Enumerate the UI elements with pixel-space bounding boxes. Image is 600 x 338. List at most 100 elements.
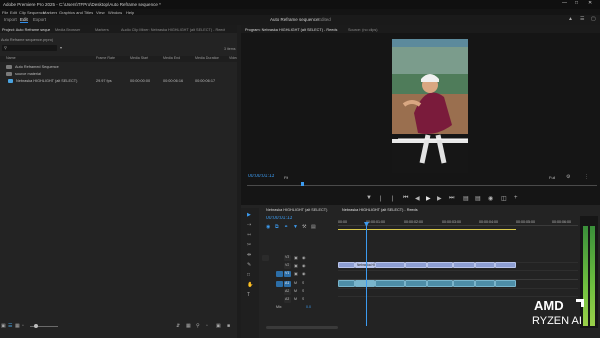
maximize-button[interactable]: □ bbox=[575, 1, 578, 6]
audio-clip[interactable] bbox=[453, 280, 475, 287]
button-editor-icon[interactable]: + bbox=[514, 195, 518, 201]
source-patch-v1[interactable] bbox=[276, 271, 283, 277]
tab-audio-clip-mixer[interactable]: Audio Clip Mixer: Nebraska HIGHLIGHT (al… bbox=[121, 28, 225, 33]
eye-icon[interactable]: ◉ bbox=[302, 271, 306, 277]
zoom-slider-handle[interactable] bbox=[34, 324, 38, 328]
mute-button[interactable]: M bbox=[294, 289, 297, 294]
resolution-icon[interactable]: ⋮ bbox=[584, 174, 589, 180]
close-button[interactable]: ✕ bbox=[588, 1, 592, 6]
video-clip[interactable] bbox=[475, 262, 495, 268]
lift-icon[interactable]: ▤ bbox=[463, 195, 469, 202]
column-frame-rate[interactable]: Frame Rate bbox=[96, 56, 115, 61]
mute-button[interactable]: M bbox=[294, 281, 297, 286]
text-tool-icon[interactable]: T bbox=[247, 292, 250, 298]
timeline-scrollbar[interactable] bbox=[266, 326, 338, 329]
eye-icon[interactable]: ◉ bbox=[302, 263, 306, 269]
video-clip[interactable] bbox=[427, 262, 453, 268]
column-video-in[interactable]: Video In Point bbox=[229, 56, 237, 61]
rectangle-tool-icon[interactable]: □ bbox=[247, 272, 250, 278]
insert-icon[interactable]: ◉ bbox=[266, 224, 270, 230]
step-back-icon[interactable]: ◀ bbox=[415, 195, 420, 202]
icon-view-icon[interactable]: ▦ bbox=[15, 323, 20, 329]
tab-import[interactable]: Import bbox=[4, 17, 17, 22]
lock-track-icon[interactable] bbox=[262, 255, 269, 261]
program-timecode[interactable]: 00:00:01:13 bbox=[248, 174, 274, 179]
sync-lock-icon[interactable]: ▣ bbox=[294, 263, 298, 269]
selection-tool-icon[interactable]: ▶ bbox=[247, 212, 251, 218]
sort-icon[interactable]: ⇵ bbox=[176, 323, 180, 329]
mark-out-icon[interactable]: ❘ bbox=[378, 195, 383, 202]
new-item-icon[interactable]: ▣ bbox=[216, 323, 221, 329]
pen-tool-icon[interactable]: ✎ bbox=[247, 262, 251, 268]
audio-clip[interactable] bbox=[338, 280, 355, 287]
mix-value[interactable]: 0.0 bbox=[306, 305, 311, 310]
video-frame[interactable] bbox=[392, 39, 468, 173]
eye-icon[interactable]: ◉ bbox=[302, 255, 306, 261]
extract-icon[interactable]: ▤ bbox=[475, 195, 481, 202]
work-area-bar[interactable] bbox=[338, 229, 516, 230]
hand-tool-icon[interactable]: ✋ bbox=[247, 282, 253, 288]
audio-clip[interactable] bbox=[495, 280, 516, 287]
audio-clip[interactable] bbox=[475, 280, 495, 287]
audio-clip[interactable] bbox=[405, 280, 427, 287]
video-clip[interactable] bbox=[375, 262, 405, 268]
track-select-icon[interactable]: ⇢ bbox=[247, 222, 251, 228]
source-patch-a1[interactable] bbox=[276, 281, 283, 287]
export-frame-icon[interactable]: ◉ bbox=[488, 195, 493, 202]
go-to-out-icon[interactable]: ⏭ bbox=[449, 195, 454, 202]
quick-export-icon[interactable]: ☰ bbox=[580, 16, 584, 22]
linked-selection-icon[interactable]: ⚭ bbox=[284, 224, 288, 230]
go-to-in-icon[interactable]: ❘ bbox=[390, 195, 395, 202]
sync-lock-icon[interactable]: ▣ bbox=[294, 255, 298, 261]
video-clip[interactable] bbox=[453, 262, 475, 268]
program-scrubber[interactable] bbox=[247, 185, 597, 186]
tab-project[interactable]: Project: Auto Reframe sequence bbox=[2, 28, 50, 33]
mute-button[interactable]: M bbox=[294, 297, 297, 302]
tab-export[interactable]: Export bbox=[33, 17, 46, 22]
tab-sequence[interactable]: Nebraska HIGHLIGHT (alt SELECT) bbox=[266, 208, 336, 213]
timeline-playhead[interactable] bbox=[366, 226, 367, 326]
video-clip[interactable]: Nebraska HIGHLIGHT (alt SELECT) bbox=[355, 262, 409, 268]
column-media-duration[interactable]: Media Duration bbox=[195, 56, 219, 61]
audio-clip[interactable] bbox=[375, 280, 405, 287]
solo-button[interactable]: S bbox=[302, 281, 304, 286]
fullscreen-icon[interactable]: ▢ bbox=[591, 16, 596, 22]
wrench-icon[interactable]: ⚒ bbox=[302, 224, 306, 230]
tab-source[interactable]: Source: (no clips) bbox=[348, 28, 388, 33]
column-media-start[interactable]: Media Start bbox=[130, 56, 148, 61]
razor-tool-icon[interactable]: ✂ bbox=[247, 242, 251, 248]
lock-icon[interactable]: ▣ bbox=[1, 323, 6, 329]
audio-clip[interactable] bbox=[355, 280, 375, 287]
find-icon[interactable]: ⚲ bbox=[196, 323, 200, 329]
tab-edit[interactable]: Edit bbox=[20, 17, 28, 23]
tab-media-browser[interactable]: Media Browser bbox=[55, 28, 85, 33]
trash-icon[interactable]: ■ bbox=[227, 323, 230, 329]
solo-button[interactable]: S bbox=[302, 297, 304, 302]
captions-icon[interactable]: ▤ bbox=[311, 224, 316, 230]
share-icon[interactable]: ▲ bbox=[568, 16, 573, 22]
minimize-button[interactable]: — bbox=[562, 1, 567, 6]
tab-markers[interactable]: Markers bbox=[95, 28, 115, 33]
settings-icon[interactable]: ⚙ bbox=[566, 174, 570, 180]
automate-icon[interactable]: ▦ bbox=[186, 323, 191, 329]
time-ruler[interactable]: 00:00 00:00:01:00 00:00:02:00 00:00:03:0… bbox=[338, 216, 578, 226]
step-forward-icon[interactable]: ▶ bbox=[437, 195, 442, 202]
mark-in-icon[interactable]: ▼ bbox=[366, 195, 372, 201]
search-input[interactable] bbox=[2, 45, 57, 51]
list-item[interactable]: Nebraska HIGHLIGHT (alt SELECT) 29.97 fp… bbox=[0, 78, 237, 85]
video-clip[interactable] bbox=[338, 262, 355, 268]
video-clip[interactable] bbox=[405, 262, 427, 268]
ripple-edit-icon[interactable]: ⇿ bbox=[247, 232, 251, 238]
column-name[interactable]: Name bbox=[6, 56, 16, 61]
list-item[interactable]: Auto Reframed Sequence bbox=[0, 64, 237, 71]
timeline-timecode[interactable]: 00:00:01:13 bbox=[266, 216, 292, 221]
add-marker-icon[interactable]: ▼ bbox=[293, 224, 298, 230]
video-clip[interactable] bbox=[495, 262, 516, 268]
list-view-icon[interactable]: ☰ bbox=[8, 323, 12, 329]
tab-program[interactable]: Program: Nebraska HIGHLIGHT (alt SELECT)… bbox=[245, 28, 340, 33]
play-button[interactable]: ▶ bbox=[426, 195, 431, 202]
filter-icon[interactable]: ▾ bbox=[60, 45, 62, 51]
sync-lock-icon[interactable]: ▣ bbox=[294, 271, 298, 277]
comparison-view-icon[interactable]: ◫ bbox=[501, 195, 507, 202]
audio-clip[interactable] bbox=[427, 280, 453, 287]
